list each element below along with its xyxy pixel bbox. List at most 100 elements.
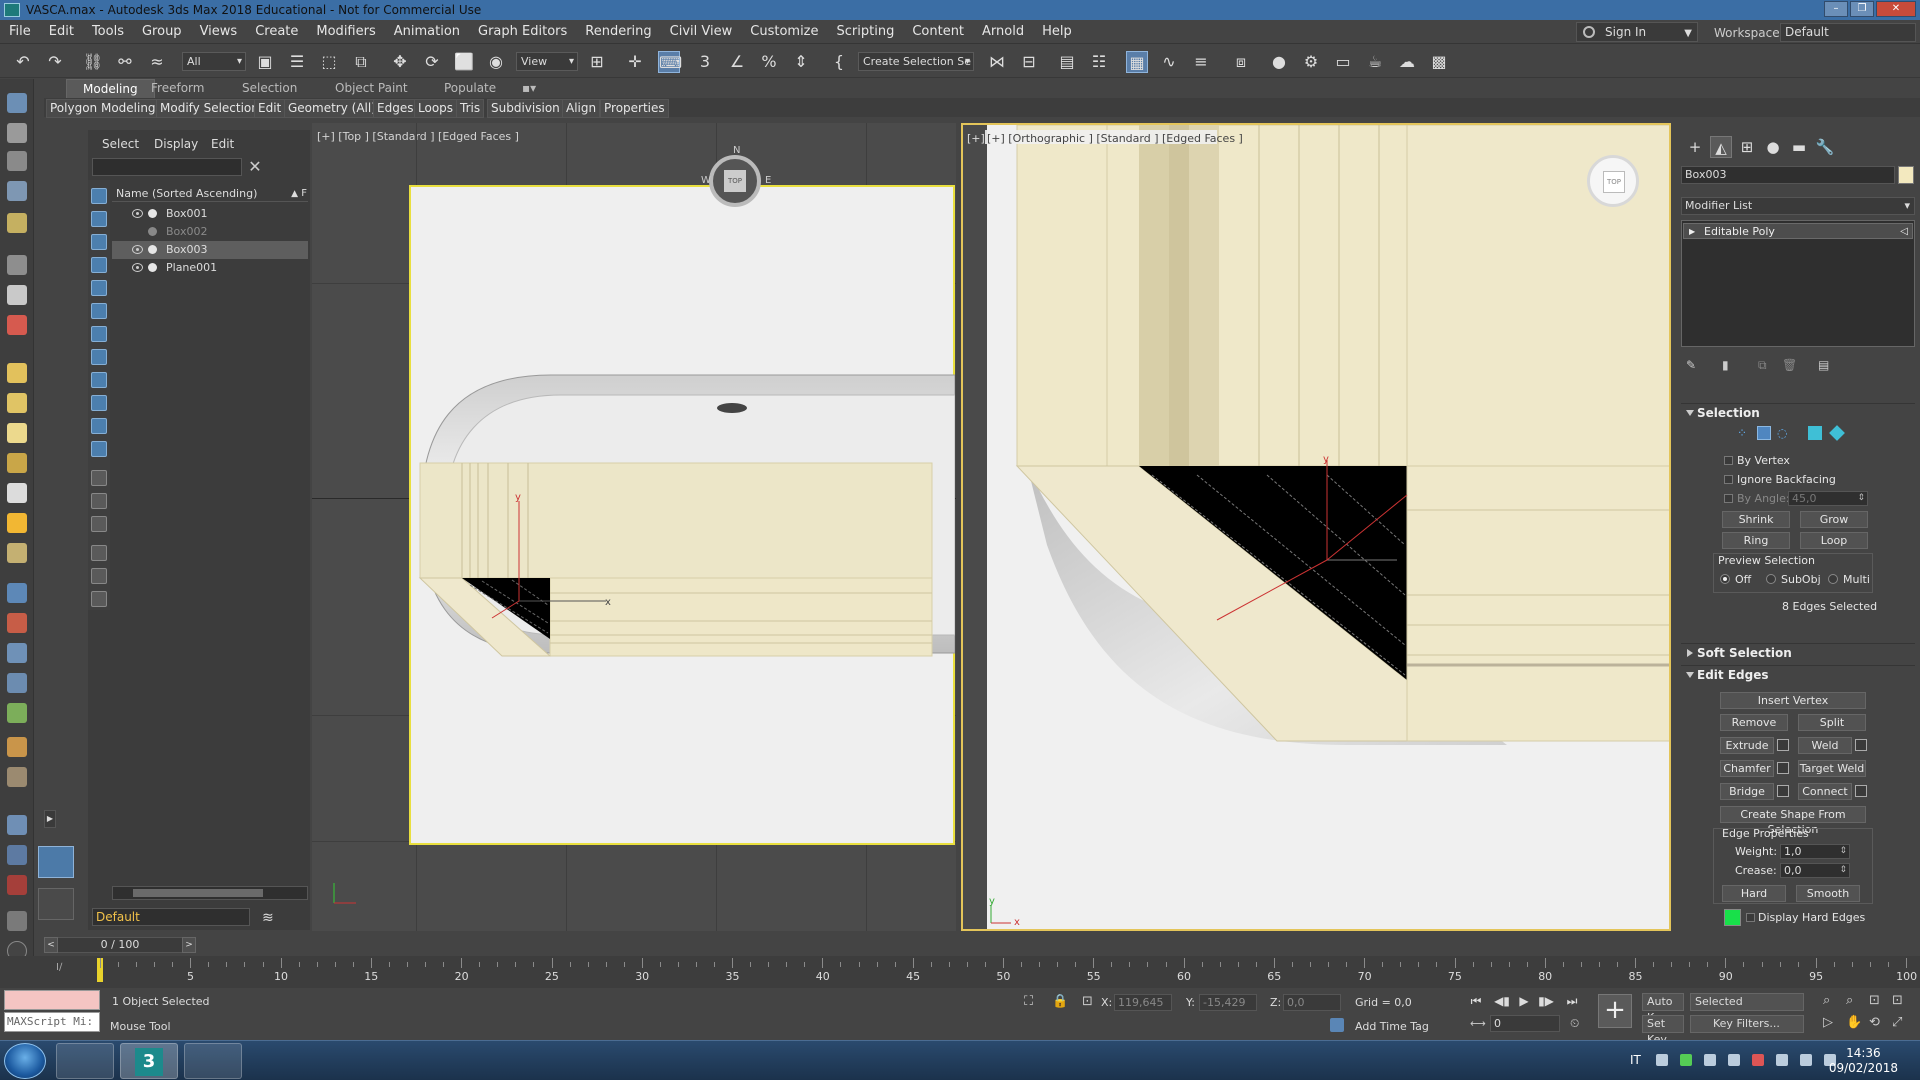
preview-off-radio[interactable] — [1720, 574, 1730, 584]
orbit-icon[interactable]: ⟲ — [1869, 1015, 1880, 1030]
hierarchy-panel-icon[interactable]: ⊞ — [1736, 136, 1758, 158]
tray-alert-icon[interactable] — [1752, 1054, 1764, 1066]
pan-view-icon[interactable]: ✋ — [1846, 1015, 1862, 1030]
panel-align[interactable]: Align — [562, 99, 601, 118]
create-shape-button[interactable]: Create Shape From Selection — [1720, 806, 1866, 836]
by-angle-spinner[interactable]: 45,0 — [1788, 491, 1868, 506]
workspaces-dropdown[interactable]: Default — [1780, 23, 1916, 42]
hard-edge-color-swatch[interactable] — [1724, 909, 1741, 926]
modify-icon[interactable] — [7, 123, 27, 143]
hard-button[interactable]: Hard — [1722, 885, 1786, 902]
visibility-eye-icon[interactable] — [132, 245, 143, 254]
play-icon[interactable]: ▶ — [1516, 993, 1532, 1009]
grid-helper-icon[interactable] — [7, 583, 27, 603]
key-mode-icon[interactable]: ⟷ — [1470, 1017, 1486, 1030]
record-icon[interactable] — [7, 875, 27, 895]
spinner-snap-icon[interactable]: ⇕ — [790, 51, 812, 73]
extrude-button[interactable]: Extrude — [1720, 737, 1774, 754]
schematic-view-icon[interactable]: ⧈ — [1230, 51, 1252, 73]
go-to-end-icon[interactable]: ⏭ — [1564, 993, 1580, 1009]
layer-stack-icon[interactable]: ≋ — [262, 910, 274, 926]
tab-populate[interactable]: Populate — [444, 81, 496, 95]
panel-properties[interactable]: Properties — [600, 99, 669, 118]
by-vertex-checkbox[interactable] — [1724, 456, 1733, 465]
select-by-name-icon[interactable]: ☰ — [286, 51, 308, 73]
tray-display-icon[interactable] — [1728, 1054, 1740, 1066]
explorer-column-header[interactable]: Name (Sorted Ascending) ▲ F — [112, 186, 308, 202]
configure-modifier-sets-icon[interactable]: ▤ — [1818, 358, 1829, 372]
viewport-ortho-prefix[interactable]: [+] — [967, 132, 985, 145]
next-frame-arrow-icon[interactable]: > — [182, 937, 196, 953]
hierarchy-icon[interactable] — [7, 151, 27, 171]
percent-snap-icon[interactable]: % — [758, 51, 780, 73]
tab-object-paint[interactable]: Object Paint — [335, 81, 408, 95]
menu-help[interactable]: Help — [1033, 20, 1081, 44]
viewport-layout-four-icon[interactable] — [38, 888, 74, 920]
zoom-all-icon[interactable]: ⌕ — [1846, 993, 1853, 1008]
display-none-icon[interactable] — [91, 493, 107, 509]
bind-space-warp-icon[interactable]: ≈ — [146, 51, 168, 73]
selection-lock-icon[interactable]: 🔒 — [1052, 994, 1068, 1009]
layer-dropdown[interactable]: Default — [92, 908, 250, 926]
dope-sheet-icon[interactable]: ≡ — [1190, 51, 1212, 73]
current-frame-field[interactable]: 0 — [1490, 1015, 1560, 1032]
go-to-start-icon[interactable]: ⏮ — [1468, 993, 1484, 1009]
add-time-tag-button[interactable]: Add Time Tag — [1355, 1020, 1429, 1033]
sort-ascending-icon[interactable]: ▲ — [291, 186, 298, 202]
viewport-layout-icon[interactable] — [7, 815, 27, 835]
crease-spinner[interactable]: 0,0 — [1780, 863, 1850, 878]
explorer-row-box003[interactable]: Box003 — [112, 241, 308, 259]
display-helpers-icon[interactable] — [91, 280, 107, 296]
zoom-extents-all-icon[interactable]: ⊡ — [1892, 993, 1903, 1008]
reference-coordinate-dropdown[interactable]: View — [516, 52, 578, 71]
edit-named-selection-icon[interactable]: { — [828, 51, 850, 73]
menu-tools[interactable]: Tools — [83, 20, 133, 44]
menu-edit[interactable]: Edit — [40, 20, 83, 44]
utilities-panel-icon[interactable]: 🔧 — [1814, 136, 1836, 158]
panel-edges[interactable]: Edges — [373, 99, 418, 118]
explorer-row-box001[interactable]: Box001 — [112, 205, 308, 223]
display-invert-icon[interactable] — [91, 516, 107, 532]
display-hard-edges-checkbox[interactable] — [1746, 913, 1755, 922]
display-panel-icon[interactable]: ▬ — [1788, 136, 1810, 158]
object-name-field[interactable]: Box003 — [1681, 166, 1895, 184]
rollout-soft-selection[interactable]: Soft Selection — [1681, 643, 1915, 661]
display-lights-icon[interactable] — [91, 234, 107, 250]
scale-icon[interactable]: ⬜ — [453, 51, 475, 73]
show-end-result-icon[interactable]: ▮ — [1722, 358, 1729, 372]
display-containers-icon[interactable] — [91, 395, 107, 411]
material-editor-icon[interactable]: ● — [1268, 51, 1290, 73]
tray-volume-icon[interactable] — [1776, 1054, 1788, 1066]
render-setup-icon[interactable]: ⚙ — [1300, 51, 1322, 73]
weight-spinner[interactable]: 1,0 — [1780, 844, 1850, 859]
render-dot-icon[interactable] — [148, 209, 157, 218]
explorer-tab-edit[interactable]: Edit — [211, 137, 234, 151]
extrude-settings-icon[interactable] — [1777, 739, 1789, 751]
viewcube-top-face-ortho[interactable]: TOP — [1603, 171, 1625, 193]
set-key-button[interactable]: Set Key — [1642, 1015, 1684, 1046]
rotate-icon[interactable]: ⟳ — [421, 51, 443, 73]
insert-vertex-button[interactable]: Insert Vertex — [1720, 692, 1866, 709]
display-hidden-icon[interactable] — [91, 441, 107, 457]
object-color-swatch[interactable] — [1898, 166, 1914, 184]
display-geometry-icon[interactable] — [91, 188, 107, 204]
absolute-mode-icon[interactable]: ⊡ — [1082, 994, 1093, 1009]
tab-selection[interactable]: Selection — [242, 81, 297, 95]
chamfer-settings-icon[interactable] — [1777, 762, 1789, 774]
rollout-edit-edges[interactable]: Edit Edges — [1681, 665, 1915, 683]
select-object-icon[interactable]: ▣ — [254, 51, 276, 73]
menu-views[interactable]: Views — [191, 20, 247, 44]
connect-settings-icon[interactable] — [1855, 785, 1867, 797]
visibility-eye-icon[interactable] — [132, 263, 143, 272]
render-in-cloud-icon[interactable]: ☁ — [1396, 51, 1418, 73]
maxscript-output[interactable] — [4, 990, 100, 1010]
display-xrefs-icon[interactable] — [91, 349, 107, 365]
tray-update-icon[interactable] — [1680, 1054, 1692, 1066]
preview-multi-radio[interactable] — [1828, 574, 1838, 584]
auto-key-button[interactable]: Auto Key — [1642, 993, 1684, 1024]
redo-icon[interactable]: ↷ — [44, 51, 66, 73]
vertex-mode-icon[interactable]: ⁘ — [1737, 426, 1751, 440]
place-icon[interactable]: ◉ — [485, 51, 507, 73]
field-of-view-icon[interactable]: ▷ — [1823, 1015, 1833, 1030]
named-selection-sets-dropdown[interactable]: Create Selection Se — [858, 52, 974, 71]
